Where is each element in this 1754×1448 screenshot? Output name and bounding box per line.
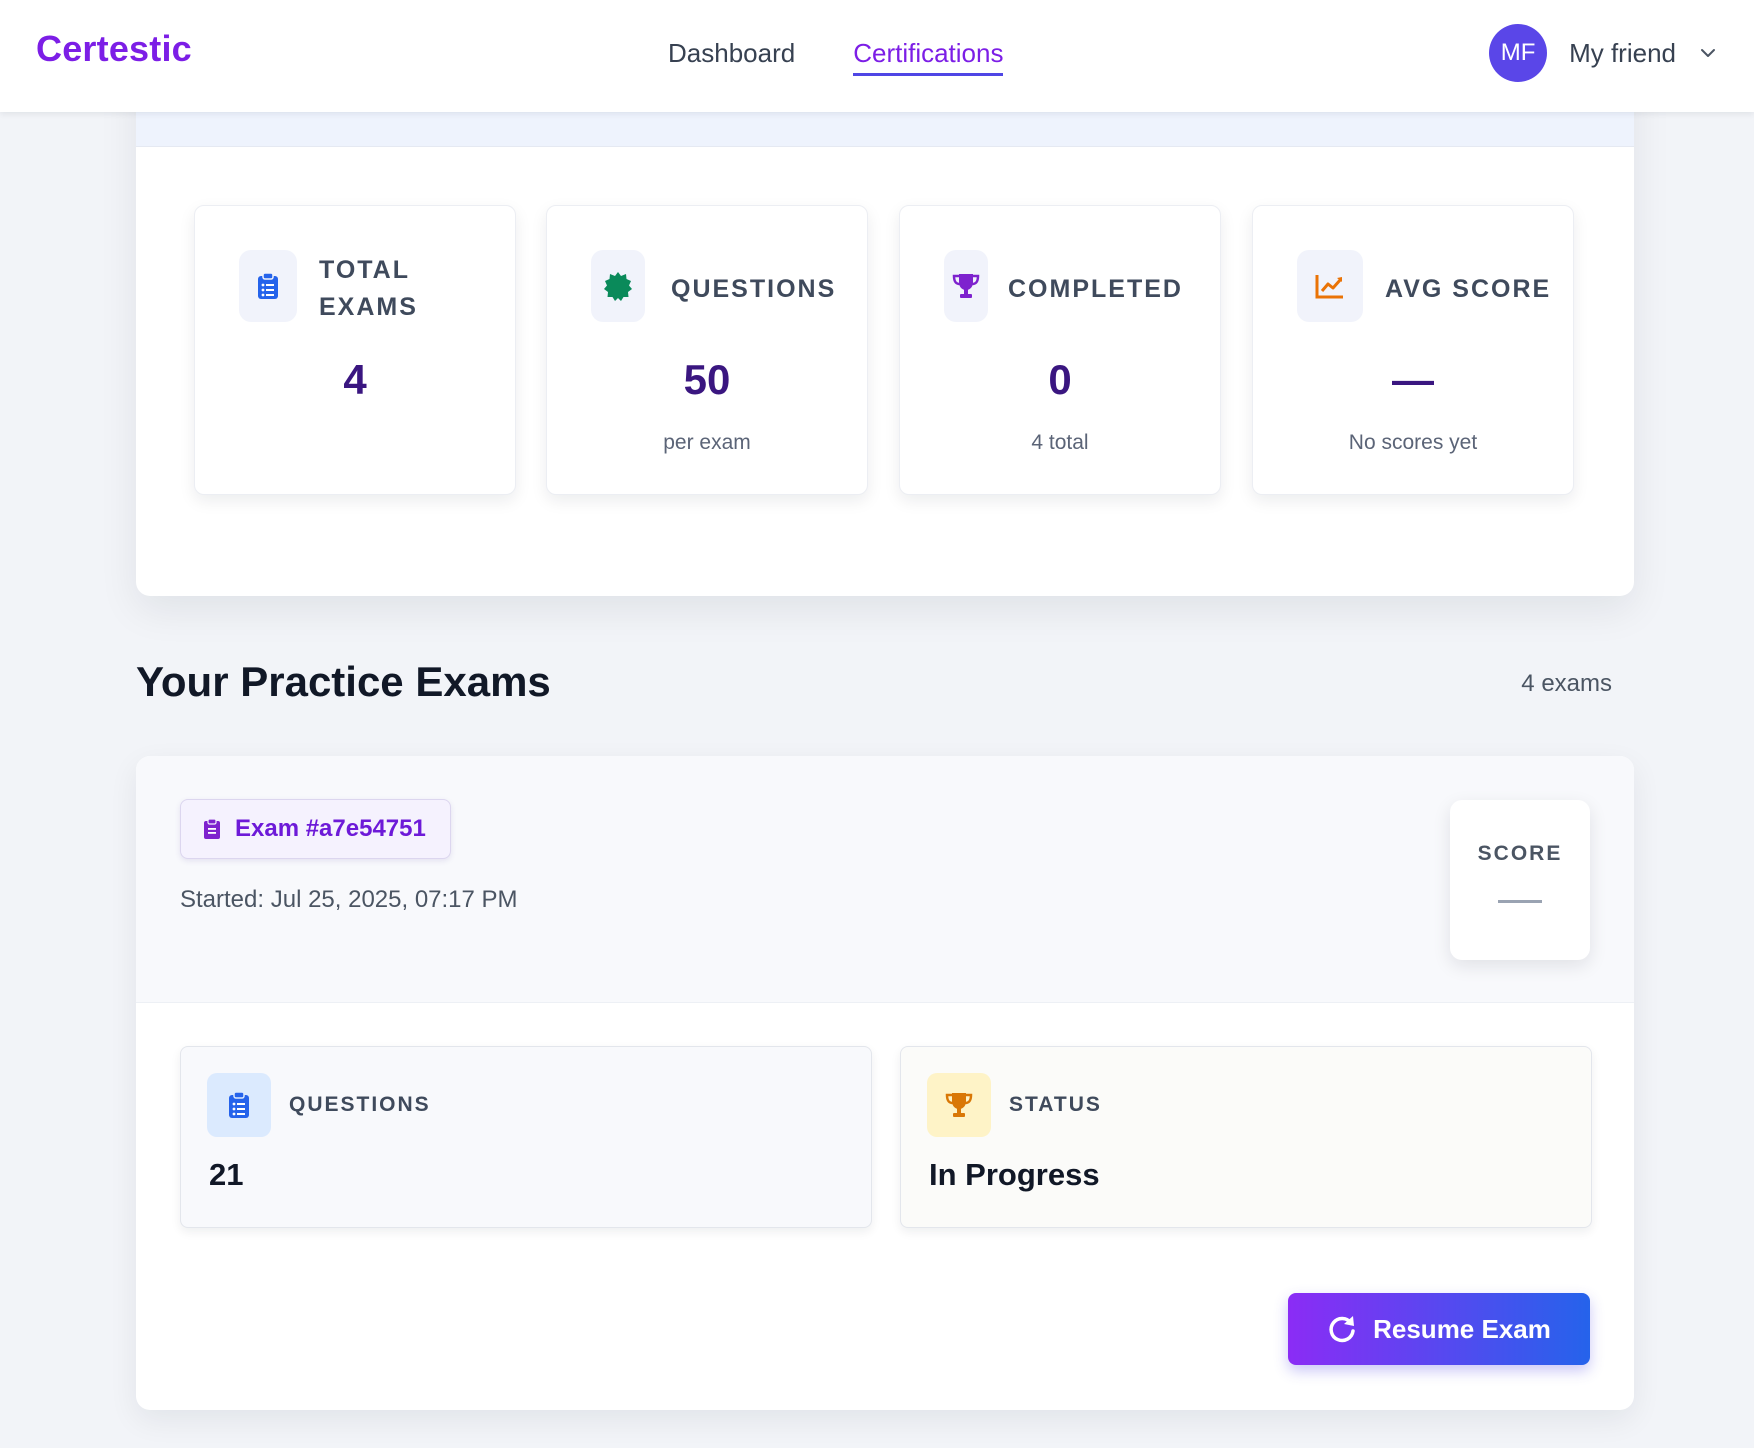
stat-label: AVG SCORE: [1385, 274, 1552, 303]
stat-card-completed: COMPLETED 0 4 total: [899, 205, 1221, 495]
user-menu[interactable]: MF My friend: [1489, 24, 1718, 82]
stat-card-total-exams: TOTAL EXAMS 4: [194, 205, 516, 495]
stat-subtext: per exam: [663, 431, 751, 454]
chevron-down-icon[interactable]: [1698, 43, 1718, 63]
questions-value: 21: [209, 1157, 244, 1192]
trophy-icon: [944, 250, 988, 322]
refresh-icon: [1329, 1316, 1355, 1343]
exam-card-header: [136, 756, 1634, 1003]
stat-value: 4: [343, 356, 367, 403]
badge-icon: [591, 250, 645, 322]
stats-panel: TOTAL EXAMS 4 QUESTIONS 50 per exam COMP…: [136, 60, 1634, 596]
questions-info-card: QUESTIONS 21: [180, 1046, 872, 1228]
exam-id-badge: Exam #a7e54751: [180, 799, 451, 859]
nav-dashboard[interactable]: Dashboard: [668, 38, 795, 76]
stat-label: TOTAL EXAMS: [319, 256, 418, 321]
stat-label: COMPLETED: [1008, 274, 1183, 303]
brand-logo[interactable]: Certestic: [36, 28, 192, 70]
exam-count: 4 exams: [1521, 670, 1612, 697]
main-nav: Dashboard Certifications: [668, 38, 1004, 76]
exam-card: Exam #a7e54751 Started: Jul 25, 2025, 07…: [136, 756, 1634, 1410]
stat-card-questions: QUESTIONS 50 per exam: [546, 205, 868, 495]
clipboard-list-icon: [207, 1073, 271, 1137]
nav-certifications[interactable]: Certifications: [853, 38, 1004, 76]
clipboard-list-icon: [204, 818, 220, 839]
stat-subtext: 4 total: [1031, 431, 1089, 454]
exam-started-date: Started: Jul 25, 2025, 07:17 PM: [180, 886, 518, 913]
status-label: STATUS: [1009, 1093, 1102, 1116]
top-navbar: Certestic Dashboard Certifications MF My…: [0, 0, 1754, 112]
resume-exam-label: Resume Exam: [1373, 1313, 1551, 1344]
user-name[interactable]: My friend: [1569, 38, 1676, 69]
trophy-icon: [927, 1073, 991, 1137]
stat-value: 50: [683, 356, 731, 403]
exam-id: Exam #a7e54751: [235, 815, 426, 842]
stat-value: 0: [1048, 356, 1072, 403]
score-placeholder-dash: [1498, 900, 1542, 903]
chart-line-icon: [1297, 250, 1363, 322]
resume-exam-button[interactable]: Resume Exam: [1288, 1293, 1590, 1365]
questions-label: QUESTIONS: [289, 1093, 431, 1116]
clipboard-list-icon: [239, 250, 297, 322]
stat-value: —: [1392, 356, 1434, 403]
status-value: In Progress: [929, 1157, 1100, 1192]
status-info-card: STATUS In Progress: [900, 1046, 1592, 1228]
section-title: Your Practice Exams: [136, 658, 551, 705]
avatar[interactable]: MF: [1489, 24, 1548, 82]
score-label: SCORE: [1477, 842, 1563, 865]
stat-subtext: No scores yet: [1348, 431, 1478, 454]
stat-label: QUESTIONS: [671, 274, 837, 303]
stat-card-avg-score: AVG SCORE — No scores yet: [1252, 205, 1574, 495]
score-box: SCORE: [1450, 800, 1590, 960]
